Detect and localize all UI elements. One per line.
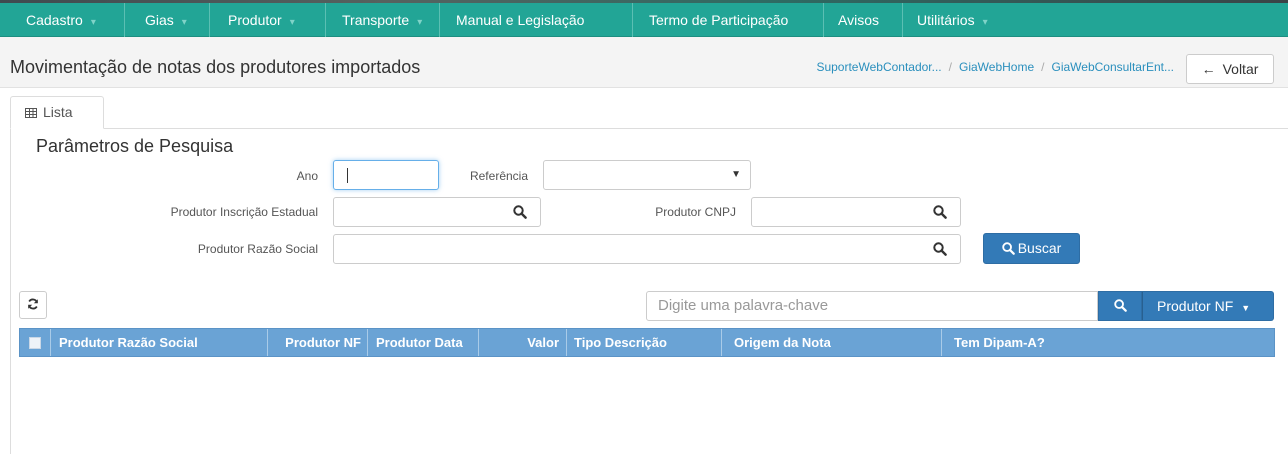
nav-item-avisos[interactable]: Avisos bbox=[824, 3, 903, 37]
cnpj-label: Produtor CNPJ bbox=[655, 205, 736, 219]
nav-item-label: Manual e Legislação bbox=[456, 12, 585, 28]
razao-input[interactable] bbox=[333, 234, 961, 264]
nav-item-cadastro[interactable]: Cadastro ▾ bbox=[12, 3, 125, 37]
breadcrumb-link[interactable]: GiaWebConsultarEnt... bbox=[1051, 60, 1174, 74]
search-column-label: Produtor NF bbox=[1157, 298, 1234, 314]
nav-item-transporte[interactable]: Transporte ▾ bbox=[326, 3, 440, 37]
refresh-button[interactable] bbox=[19, 291, 47, 319]
referencia-select[interactable]: ▼ bbox=[543, 160, 751, 190]
nav-item-label: Avisos bbox=[838, 12, 879, 28]
search-icon[interactable] bbox=[933, 242, 947, 256]
column-header[interactable]: Tipo Descrição bbox=[567, 329, 722, 356]
refresh-icon bbox=[28, 298, 38, 310]
ie-label: Produtor Inscrição Estadual bbox=[170, 205, 318, 219]
nav-item-manual[interactable]: Manual e Legislação bbox=[440, 3, 633, 37]
ano-label: Ano bbox=[296, 169, 318, 183]
caret-down-icon: ▼ bbox=[731, 169, 741, 180]
caret-down-icon: ▾ bbox=[181, 17, 187, 28]
tab-lista[interactable]: Lista bbox=[10, 96, 104, 129]
caret-down-icon: ▾ bbox=[90, 17, 96, 28]
search-icon[interactable] bbox=[513, 205, 527, 219]
keyword-search-input[interactable]: Digite uma palavra-chave bbox=[646, 291, 1098, 321]
search-section-title: Parâmetros de Pesquisa bbox=[36, 136, 234, 156]
breadcrumb-separator: / bbox=[948, 60, 952, 74]
arrow-left-icon: ← bbox=[1201, 61, 1216, 77]
nav-item-gias[interactable]: Gias ▾ bbox=[125, 3, 210, 37]
table-icon bbox=[25, 108, 37, 118]
search-icon[interactable] bbox=[933, 205, 947, 219]
nav-item-produtor[interactable]: Produtor ▾ bbox=[210, 3, 326, 37]
razao-label: Produtor Razão Social bbox=[197, 242, 318, 256]
page-header: Movimentação de notas dos produtores imp… bbox=[0, 37, 1288, 88]
breadcrumb: SuporteWebContador... / GiaWebHome / GiaWebC… bbox=[816, 60, 1174, 74]
keyword-search-button[interactable] bbox=[1098, 291, 1142, 321]
select-all-checkbox[interactable] bbox=[29, 337, 41, 349]
referencia-label: Referência bbox=[469, 169, 528, 183]
nav-item-label: Produtor bbox=[228, 12, 282, 28]
cnpj-input[interactable] bbox=[751, 197, 961, 227]
column-header[interactable]: Produtor Razão Social bbox=[51, 329, 268, 356]
caret-down-icon: ▾ bbox=[982, 17, 988, 28]
nav-item-label: Termo de Participação bbox=[649, 12, 789, 28]
nav-item-label: Utilitários bbox=[917, 12, 975, 28]
search-icon bbox=[1001, 242, 1015, 255]
ie-input[interactable] bbox=[333, 197, 541, 227]
column-header[interactable]: Tem Dipam-A? bbox=[942, 329, 1274, 356]
top-navbar: Cadastro ▾ Gias ▾ Produtor ▾ Transporte ▾ Ma… bbox=[0, 0, 1288, 37]
nav-item-termo[interactable]: Termo de Participação bbox=[633, 3, 824, 37]
breadcrumb-link[interactable]: GiaWebHome bbox=[959, 60, 1034, 74]
caret-down-icon: ▼ bbox=[1241, 303, 1251, 313]
nav-item-label: Gias bbox=[145, 12, 174, 28]
buscar-button-label: Buscar bbox=[1017, 240, 1062, 256]
select-all-column bbox=[20, 329, 51, 356]
breadcrumb-link[interactable]: SuporteWebContador... bbox=[816, 60, 941, 74]
nav-item-label: Transporte bbox=[342, 12, 410, 28]
page-title: Movimentação de notas dos produtores imp… bbox=[10, 57, 421, 77]
nav-item-label: Cadastro bbox=[26, 12, 83, 28]
buscar-button[interactable]: Buscar bbox=[983, 233, 1080, 264]
nav-item-utilitarios[interactable]: Utilitários ▾ bbox=[903, 3, 1018, 37]
column-header[interactable]: Produtor Data bbox=[368, 329, 479, 356]
tab-label: Lista bbox=[43, 104, 73, 120]
back-button[interactable]: ← Voltar bbox=[1186, 54, 1274, 84]
column-header[interactable]: Origem da Nota bbox=[722, 329, 942, 356]
caret-down-icon: ▾ bbox=[417, 17, 423, 28]
search-icon bbox=[1113, 299, 1127, 312]
text-cursor bbox=[347, 168, 348, 183]
grid-header: Produtor Razão Social Produtor NF Produt… bbox=[19, 328, 1275, 357]
breadcrumb-separator: / bbox=[1041, 60, 1045, 74]
ano-input[interactable] bbox=[333, 160, 439, 190]
back-button-label: Voltar bbox=[1222, 61, 1259, 77]
column-header[interactable]: Produtor NF bbox=[268, 329, 368, 356]
caret-down-icon: ▾ bbox=[289, 17, 295, 28]
column-header[interactable]: Valor bbox=[479, 329, 567, 356]
search-column-dropdown[interactable]: Produtor NF ▼ bbox=[1142, 291, 1274, 321]
